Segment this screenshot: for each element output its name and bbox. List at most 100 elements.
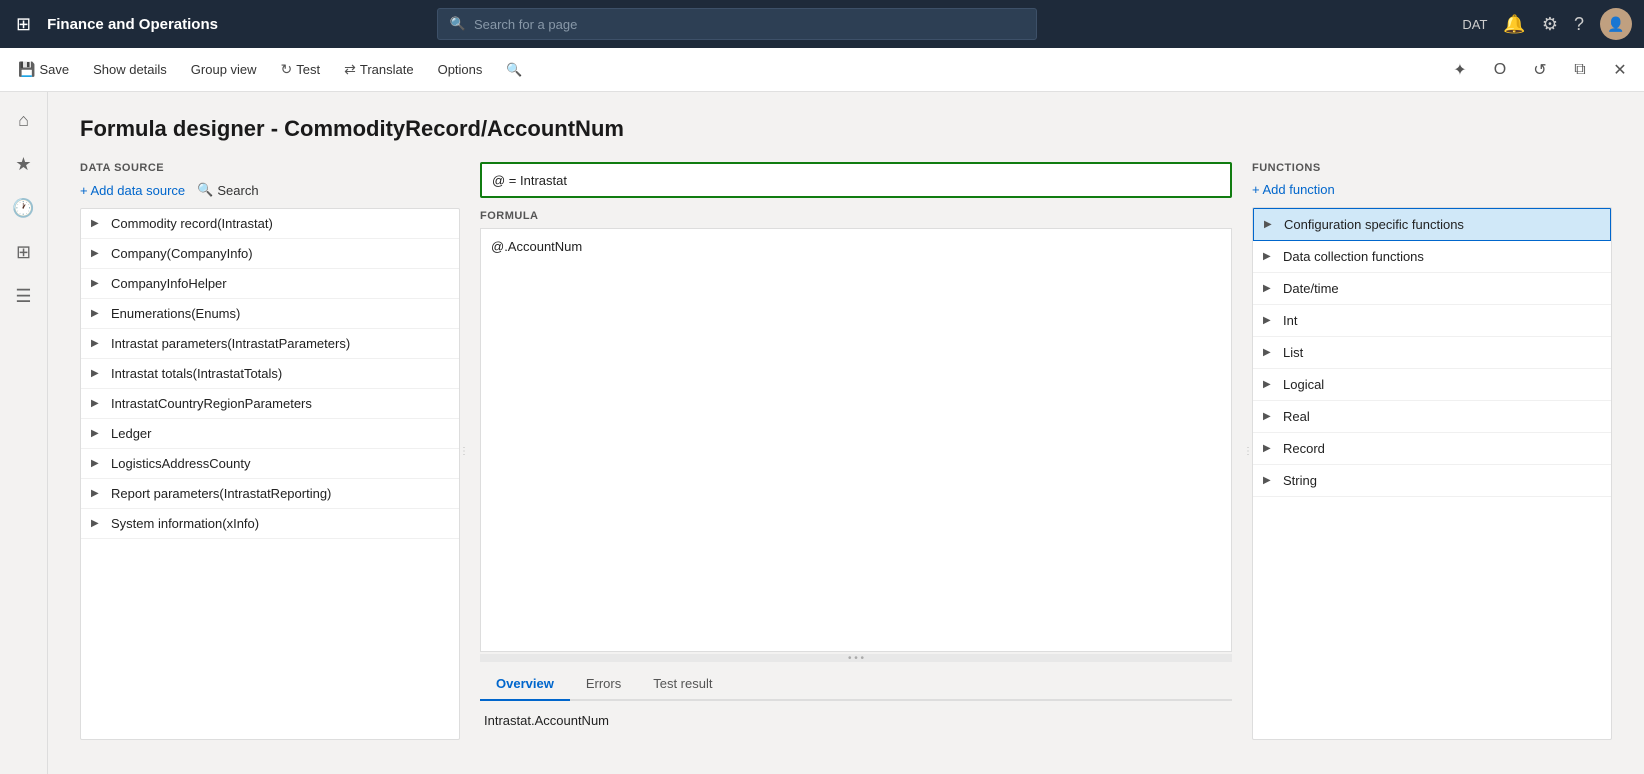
nav-workspaces-icon[interactable]: ⊞ [4, 232, 44, 272]
expand-arrow-icon: ▶ [1263, 315, 1277, 326]
expand-arrow-icon: ▶ [1263, 347, 1277, 358]
nav-list-icon[interactable]: ☰ [4, 276, 44, 316]
add-function-button[interactable]: + Add function [1252, 182, 1335, 197]
formula-pane: @ = Intrastat FORMULA @.AccountNum • • •… [480, 162, 1232, 740]
top-bar-right: DAT 🔔 ⚙ ? 👤 [1462, 8, 1632, 40]
expand-arrow-icon: ▶ [91, 248, 105, 259]
expand-arrow-icon: ▶ [91, 218, 105, 229]
expand-arrow-icon: ▶ [1263, 379, 1277, 390]
list-item[interactable]: ▶ Commodity record(Intrastat) [81, 209, 459, 239]
user-avatar[interactable]: 👤 [1600, 8, 1632, 40]
expand-arrow-icon: ▶ [91, 458, 105, 469]
formula-header-input[interactable]: @ = Intrastat [480, 162, 1232, 198]
list-item[interactable]: ▶ Intrastat totals(IntrastatTotals) [81, 359, 459, 389]
nav-recent-icon[interactable]: 🕐 [4, 188, 44, 228]
vertical-resize-handle-2[interactable]: ⋮ [1244, 162, 1252, 740]
datasource-pane: DATA SOURCE + Add data source 🔍 Search ▶… [80, 162, 460, 740]
global-search-box[interactable]: 🔍 [437, 8, 1037, 40]
close-icon[interactable]: ✕ [1604, 54, 1636, 86]
formula-tabs: Overview Errors Test result [480, 668, 1232, 701]
main-content: Formula designer - CommodityRecord/Accou… [48, 92, 1644, 774]
datasource-toolbar: + Add data source 🔍 Search [80, 182, 460, 198]
company-code: DAT [1462, 17, 1487, 32]
list-item[interactable]: ▶ Ledger [81, 419, 459, 449]
expand-arrow-icon: ▶ [1263, 283, 1277, 294]
search-datasource-button[interactable]: 🔍 Search [197, 182, 258, 198]
function-item-record[interactable]: ▶ Record [1253, 433, 1611, 465]
list-item[interactable]: ▶ Intrastat parameters(IntrastatParamete… [81, 329, 459, 359]
save-button[interactable]: 💾 Save [8, 55, 79, 84]
office-icon[interactable]: O [1484, 54, 1516, 86]
translate-button[interactable]: ⇄ Translate [334, 55, 423, 84]
expand-arrow-icon: ▶ [91, 308, 105, 319]
expand-arrow-icon: ▶ [1263, 443, 1277, 454]
vertical-resize-handle[interactable]: ⋮ [460, 162, 468, 740]
notification-icon[interactable]: 🔔 [1503, 14, 1525, 35]
show-details-button[interactable]: Show details [83, 56, 177, 83]
expand-arrow-icon: ▶ [91, 338, 105, 349]
expand-arrow-icon: ▶ [1263, 411, 1277, 422]
list-item[interactable]: ▶ System information(xInfo) [81, 509, 459, 539]
three-pane-layout: DATA SOURCE + Add data source 🔍 Search ▶… [80, 162, 1612, 740]
tab-test-result[interactable]: Test result [637, 668, 728, 701]
search-ds-icon: 🔍 [197, 182, 213, 198]
command-bar-right: ✦ O ↺ ⧉ ✕ [1444, 54, 1636, 86]
main-layout: ⌂ ★ 🕐 ⊞ ☰ Formula designer - CommodityRe… [0, 92, 1644, 774]
functions-pane: FUNCTIONS + Add function ▶ Configuration… [1252, 162, 1612, 740]
test-button[interactable]: ↻ Test [271, 55, 331, 84]
search-icon: 🔍 [450, 16, 466, 32]
expand-arrow-icon: ▶ [91, 518, 105, 529]
list-item[interactable]: ▶ IntrastatCountryRegionParameters [81, 389, 459, 419]
list-item[interactable]: ▶ Company(CompanyInfo) [81, 239, 459, 269]
add-datasource-button[interactable]: + Add data source [80, 183, 185, 198]
list-item[interactable]: ▶ Enumerations(Enums) [81, 299, 459, 329]
formula-editor[interactable]: @.AccountNum [480, 228, 1232, 652]
nav-favorites-icon[interactable]: ★ [4, 144, 44, 184]
functions-toolbar: + Add function [1252, 182, 1612, 197]
open-in-new-icon[interactable]: ⧉ [1564, 54, 1596, 86]
expand-arrow-icon: ▶ [91, 488, 105, 499]
nav-home-icon[interactable]: ⌂ [4, 100, 44, 140]
help-icon[interactable]: ? [1574, 14, 1584, 35]
list-item[interactable]: ▶ CompanyInfoHelper [81, 269, 459, 299]
favorites-icon[interactable]: ✦ [1444, 54, 1476, 86]
options-button[interactable]: Options [428, 56, 493, 83]
page-title: Formula designer - CommodityRecord/Accou… [80, 116, 1612, 142]
function-item-list[interactable]: ▶ List [1253, 337, 1611, 369]
expand-arrow-icon: ▶ [1263, 475, 1277, 486]
global-search-input[interactable] [474, 17, 1024, 32]
function-item-data-collection[interactable]: ▶ Data collection functions [1253, 241, 1611, 273]
functions-label: FUNCTIONS [1252, 162, 1612, 174]
expand-arrow-icon: ▶ [91, 278, 105, 289]
expand-arrow-icon: ▶ [91, 368, 105, 379]
function-item-int[interactable]: ▶ Int [1253, 305, 1611, 337]
function-item-datetime[interactable]: ▶ Date/time [1253, 273, 1611, 305]
function-item-logical[interactable]: ▶ Logical [1253, 369, 1611, 401]
formula-overview-content: Intrastat.AccountNum [480, 701, 1232, 740]
top-bar: ⊞ Finance and Operations 🔍 DAT 🔔 ⚙ ? 👤 [0, 0, 1644, 48]
translate-icon: ⇄ [344, 61, 356, 78]
function-item-real[interactable]: ▶ Real [1253, 401, 1611, 433]
tab-overview[interactable]: Overview [480, 668, 570, 701]
functions-tree: ▶ Configuration specific functions ▶ Dat… [1252, 207, 1612, 740]
settings-icon[interactable]: ⚙ [1542, 14, 1558, 35]
datasource-tree: ▶ Commodity record(Intrastat) ▶ Company(… [80, 208, 460, 740]
left-sidebar: ⌂ ★ 🕐 ⊞ ☰ [0, 92, 48, 774]
command-bar: 💾 Save Show details Group view ↻ Test ⇄ … [0, 48, 1644, 92]
expand-arrow-icon: ▶ [91, 428, 105, 439]
grid-menu-icon[interactable]: ⊞ [12, 10, 35, 39]
list-item[interactable]: ▶ Report parameters(IntrastatReporting) [81, 479, 459, 509]
list-item[interactable]: ▶ LogisticsAddressCounty [81, 449, 459, 479]
expand-arrow-icon: ▶ [91, 398, 105, 409]
search-cmd-icon[interactable]: 🔍 [496, 56, 532, 84]
save-icon: 💾 [18, 61, 35, 78]
formula-section-label: FORMULA [480, 210, 1232, 222]
function-item-string[interactable]: ▶ String [1253, 465, 1611, 497]
tab-errors[interactable]: Errors [570, 668, 637, 701]
test-icon: ↻ [281, 61, 293, 78]
refresh-icon[interactable]: ↺ [1524, 54, 1556, 86]
formula-resize-handle[interactable]: • • • [480, 654, 1232, 662]
function-item-config-specific[interactable]: ▶ Configuration specific functions [1253, 208, 1611, 241]
expand-arrow-icon: ▶ [1263, 251, 1277, 262]
group-view-button[interactable]: Group view [181, 56, 267, 83]
